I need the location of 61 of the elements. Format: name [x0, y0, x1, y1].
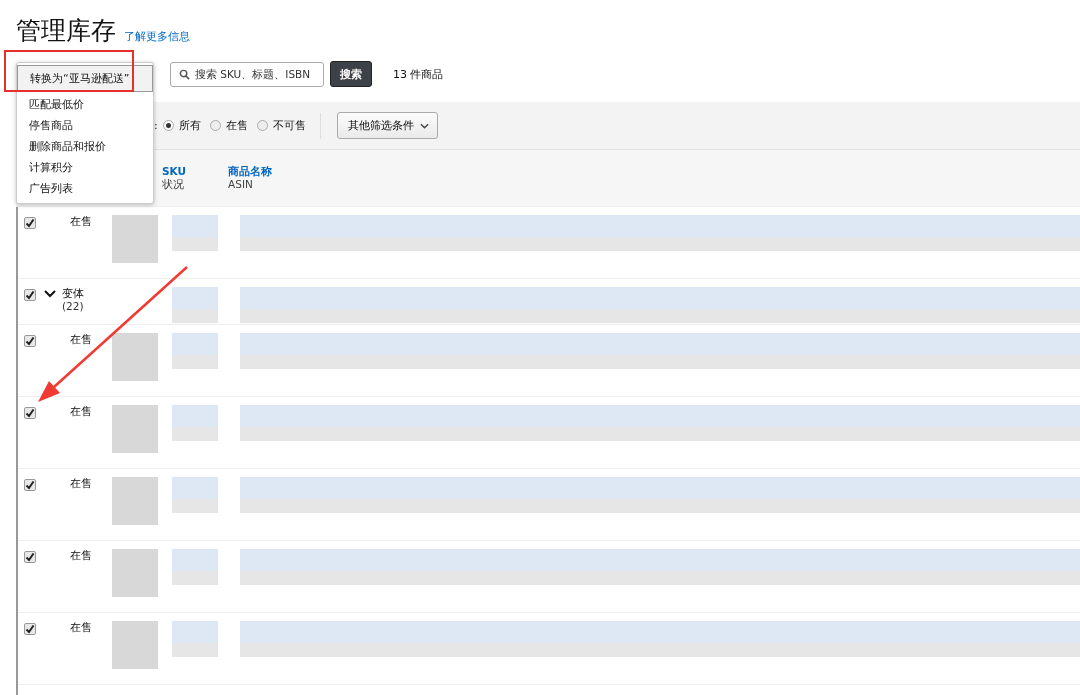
menu-item[interactable]: 停售商品 [17, 115, 153, 136]
checkmark-icon [25, 218, 35, 228]
checkmark-icon [25, 552, 35, 562]
blurred-text [172, 333, 218, 369]
blurred-text [172, 549, 218, 585]
help-link[interactable]: 了解更多信息 [124, 28, 190, 46]
column-header[interactable]: 商品名称 [228, 165, 273, 178]
status-text: 在售 [70, 477, 92, 491]
checkmark-icon [25, 624, 35, 634]
status-text: 在售 [70, 333, 92, 347]
filter-label: : [154, 119, 158, 132]
checkmark-icon [25, 290, 35, 300]
radio-button[interactable] [162, 120, 174, 131]
column-subheader: 状况 [162, 178, 185, 191]
search-icon [179, 68, 190, 80]
status-text: 在售 [70, 405, 92, 419]
photo-placeholder [112, 405, 158, 453]
variant-count: (22) [62, 300, 84, 313]
result-count: 13 件商品 [393, 66, 444, 82]
page-title: 管理库存 [16, 16, 116, 46]
menu-item[interactable]: 匹配最低价 [17, 94, 153, 115]
menu-item[interactable]: 广告列表 [17, 178, 153, 199]
search-field[interactable]: 搜索 SKU、标题、ISBN [170, 61, 324, 87]
status-text: 在售 [70, 549, 92, 563]
checkbox[interactable] [24, 551, 36, 563]
radio-label: 在售 [225, 118, 248, 133]
menu-item[interactable]: 计算积分 [17, 157, 153, 178]
checkmark-icon [25, 480, 35, 490]
photo-placeholder [112, 549, 158, 597]
photo-placeholder [112, 215, 158, 263]
radio-button[interactable] [256, 120, 268, 131]
checkbox[interactable] [24, 335, 36, 347]
photo-placeholder [112, 333, 158, 381]
column-header[interactable]: SKU [162, 165, 187, 178]
checkmark-icon [25, 336, 35, 346]
menu-item[interactable]: 转换为“亚马逊配送” [17, 65, 153, 92]
checkbox[interactable] [24, 623, 36, 635]
status-text: 在售 [70, 215, 92, 229]
blurred-text [172, 287, 218, 323]
menu-item[interactable]: 删除商品和报价 [17, 136, 153, 157]
filter-dropdown[interactable]: 其他筛选条件 [336, 112, 438, 139]
status-text: 变体 [62, 287, 84, 300]
blurred-text [172, 215, 218, 251]
photo-placeholder [112, 621, 158, 669]
column-subheader: ASIN [228, 178, 254, 191]
photo-placeholder [112, 477, 158, 525]
chevron-icon [419, 122, 429, 129]
radio-button[interactable] [209, 120, 221, 131]
search-button[interactable]: 搜索 [330, 61, 372, 87]
checkbox[interactable] [24, 217, 36, 229]
checkbox[interactable] [24, 479, 36, 491]
checkbox[interactable] [24, 407, 36, 419]
radio-label: 不可售 [272, 118, 306, 133]
blurred-text [172, 621, 218, 657]
checkmark-icon [25, 408, 35, 418]
checkbox[interactable] [24, 289, 36, 301]
radio-label: 所有 [178, 118, 201, 133]
blurred-text [172, 405, 218, 441]
chevron-down-icon[interactable] [44, 290, 56, 298]
status-text: 在售 [70, 621, 92, 635]
blurred-text [172, 477, 218, 513]
